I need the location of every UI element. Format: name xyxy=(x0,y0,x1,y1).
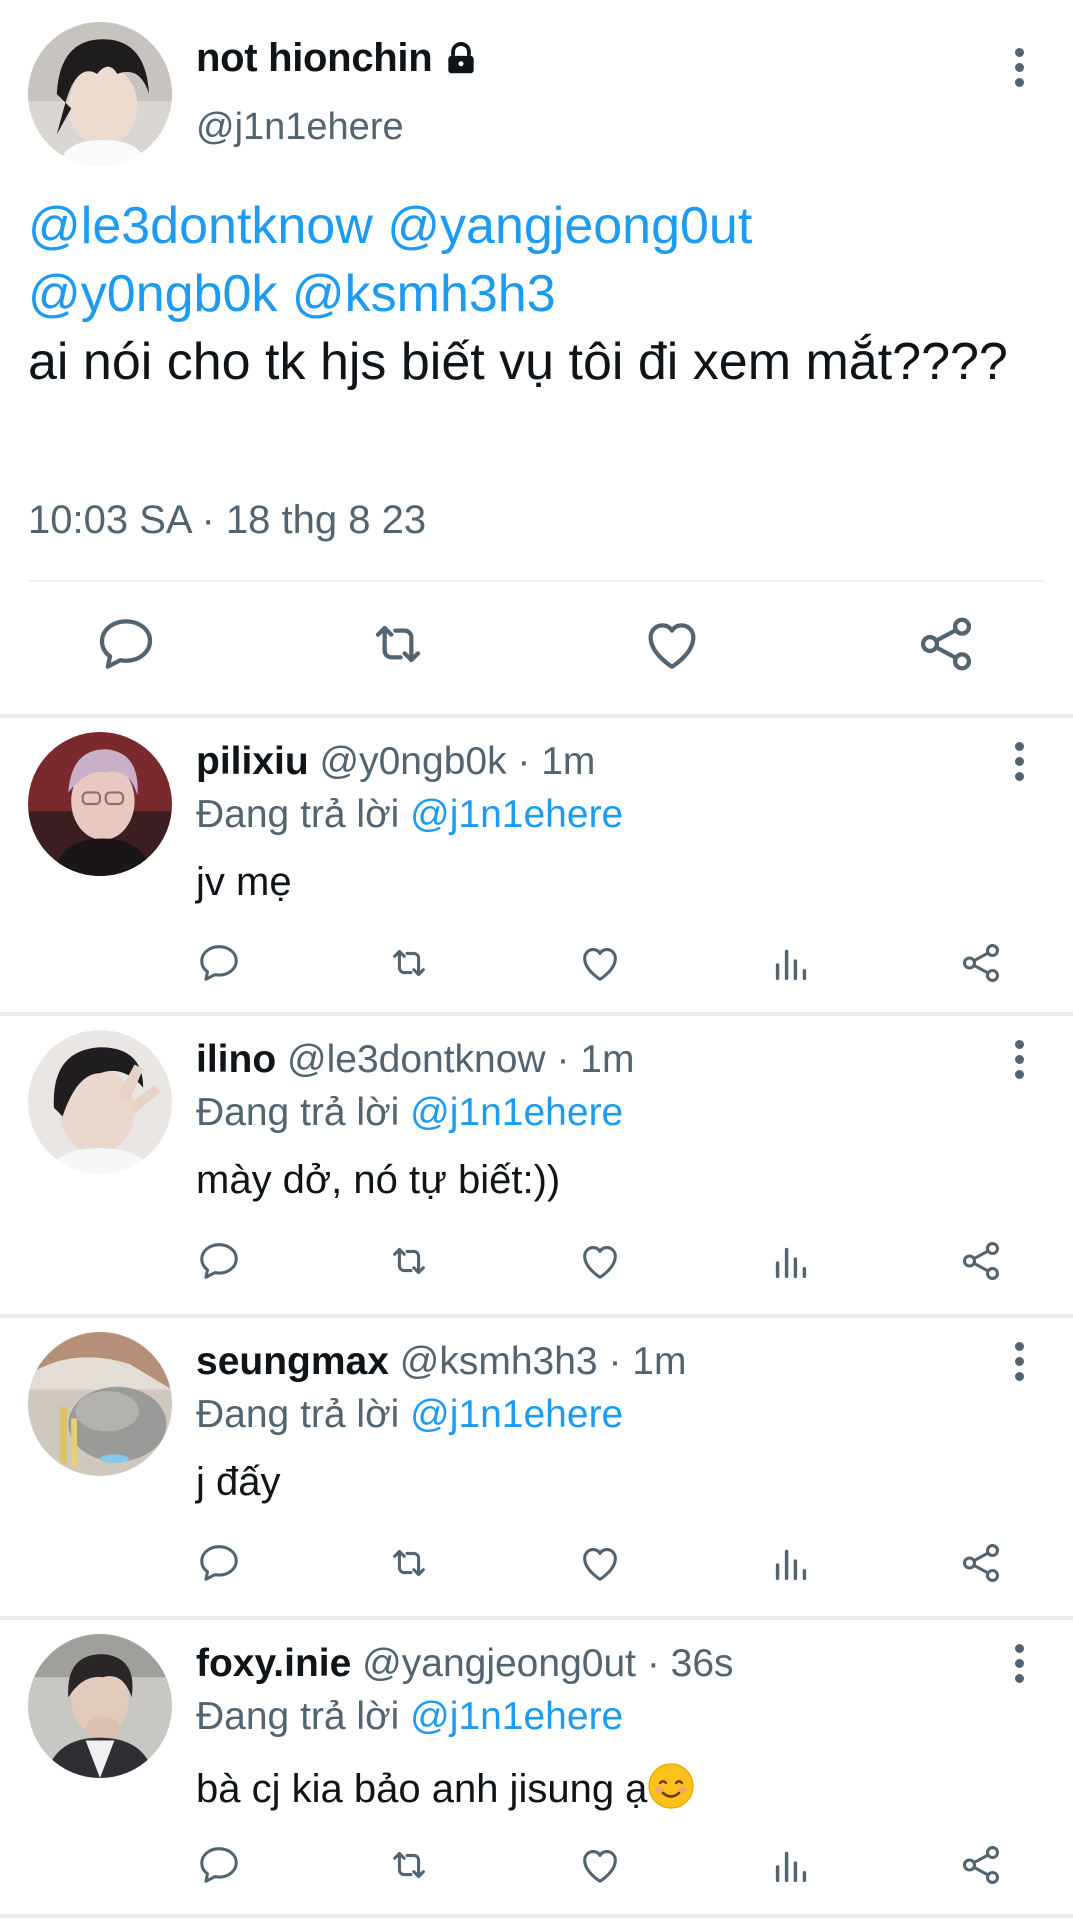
reply-icon[interactable] xyxy=(196,940,242,986)
smiling-face-emoji xyxy=(647,1762,695,1810)
action-bar xyxy=(0,1540,1073,1590)
reply-header: pilixiu @y0ngb0k · 1m xyxy=(196,740,595,784)
more-icon[interactable] xyxy=(1009,1644,1029,1688)
mentions-line-1: @le3dontknow @yangjeong0ut xyxy=(28,192,1038,260)
tweet-body: ai nói cho tk hjs biết vụ tôi đi xem mắt… xyxy=(28,333,1008,391)
reply-text: mày dở, nó tự biết:)) xyxy=(196,1158,561,1202)
mention-link[interactable]: @j1n1ehere xyxy=(410,1695,623,1738)
reply-text: jv mẹ xyxy=(196,860,292,904)
lock-icon xyxy=(442,40,480,78)
display-name[interactable]: not hionchin xyxy=(196,36,480,81)
action-bar xyxy=(0,1238,1073,1288)
replying-to: Đang trả lời @j1n1ehere xyxy=(196,1091,623,1135)
share-icon[interactable] xyxy=(958,940,1004,986)
views-icon[interactable] xyxy=(768,1540,814,1586)
share-icon[interactable] xyxy=(958,1540,1004,1586)
display-name[interactable]: ilino xyxy=(196,1038,276,1081)
like-icon[interactable] xyxy=(577,1238,623,1284)
more-icon[interactable] xyxy=(1009,1342,1029,1386)
display-name-text: not hionchin xyxy=(196,36,433,80)
views-icon[interactable] xyxy=(768,1238,814,1284)
time-ago: · 1m xyxy=(608,1340,687,1383)
time-ago: · 1m xyxy=(517,740,596,783)
retweet-icon[interactable] xyxy=(386,1238,432,1284)
handle[interactable]: @yangjeong0ut xyxy=(362,1642,636,1685)
mention-link[interactable]: @j1n1ehere xyxy=(410,1091,623,1134)
more-icon[interactable] xyxy=(1009,1040,1029,1084)
views-icon[interactable] xyxy=(768,1842,814,1888)
reply-header: foxy.inie @yangjeong0ut · 36s xyxy=(196,1642,734,1686)
mention-link[interactable]: @yangjeong0ut xyxy=(387,197,752,255)
divider xyxy=(0,1914,1073,1918)
retweet-icon[interactable] xyxy=(386,940,432,986)
retweet-icon[interactable] xyxy=(386,1842,432,1888)
avatar[interactable] xyxy=(28,1634,172,1778)
replying-to: Đang trả lời @j1n1ehere xyxy=(196,1695,623,1739)
replying-label: Đang trả lời xyxy=(196,1695,400,1738)
replying-label: Đang trả lời xyxy=(196,793,400,836)
time-ago: · 36s xyxy=(646,1642,734,1685)
action-bar xyxy=(0,612,1073,688)
replying-label: Đang trả lời xyxy=(196,1393,400,1436)
reply-icon[interactable] xyxy=(196,1238,242,1284)
reply-tweet[interactable]: foxy.inie @yangjeong0ut · 36s Đang trả l… xyxy=(0,1620,1073,1918)
tweet-text: @le3dontknow @yangjeong0ut @y0ngb0k @ksm… xyxy=(28,192,1038,396)
time-ago: · 1m xyxy=(556,1038,635,1081)
retweet-icon[interactable] xyxy=(386,1540,432,1586)
mention-link[interactable]: @y0ngb0k xyxy=(28,265,277,323)
like-icon[interactable] xyxy=(577,940,623,986)
avatar[interactable] xyxy=(28,1332,172,1476)
avatar[interactable] xyxy=(28,732,172,876)
divider xyxy=(28,580,1045,582)
reply-icon[interactable] xyxy=(196,1842,242,1888)
replying-label: Đang trả lời xyxy=(196,1091,400,1134)
avatar[interactable] xyxy=(28,22,172,166)
like-icon[interactable] xyxy=(640,612,704,676)
views-icon[interactable] xyxy=(768,940,814,986)
handle[interactable]: @le3dontknow xyxy=(287,1038,546,1081)
reply-text: j đấy xyxy=(196,1460,281,1504)
more-icon[interactable] xyxy=(1009,742,1029,786)
more-icon[interactable] xyxy=(1009,48,1029,92)
display-name[interactable]: foxy.inie xyxy=(196,1642,351,1685)
display-name[interactable]: seungmax xyxy=(196,1340,389,1383)
mention-link[interactable]: @j1n1ehere xyxy=(410,793,623,836)
replying-to: Đang trả lời @j1n1ehere xyxy=(196,1393,623,1437)
reply-text-body: bà cj kia bảo anh jisung ạ xyxy=(196,1767,648,1811)
reply-header: seungmax @ksmh3h3 · 1m xyxy=(196,1340,686,1384)
reply-tweet[interactable]: pilixiu @y0ngb0k · 1m Đang trả lời @j1n1… xyxy=(0,718,1073,1016)
display-name[interactable]: pilixiu xyxy=(196,740,309,783)
reply-text: bà cj kia bảo anh jisung ạ xyxy=(196,1762,695,1812)
like-icon[interactable] xyxy=(577,1540,623,1586)
timestamp[interactable]: 10:03 SA · 18 thg 8 23 xyxy=(28,498,426,543)
share-icon[interactable] xyxy=(958,1238,1004,1284)
mention-link[interactable]: @ksmh3h3 xyxy=(292,265,556,323)
handle[interactable]: @ksmh3h3 xyxy=(400,1340,598,1383)
replying-to: Đang trả lời @j1n1ehere xyxy=(196,793,623,837)
retweet-icon[interactable] xyxy=(366,612,430,676)
action-bar xyxy=(0,940,1073,990)
reply-icon[interactable] xyxy=(196,1540,242,1586)
action-bar xyxy=(0,1842,1073,1892)
reply-header: ilino @le3dontknow · 1m xyxy=(196,1038,634,1082)
share-icon[interactable] xyxy=(914,612,978,676)
share-icon[interactable] xyxy=(958,1842,1004,1888)
mention-link[interactable]: @le3dontknow xyxy=(28,197,373,255)
like-icon[interactable] xyxy=(577,1842,623,1888)
reply-icon[interactable] xyxy=(94,612,158,676)
handle[interactable]: @j1n1ehere xyxy=(196,106,404,149)
avatar[interactable] xyxy=(28,1030,172,1174)
mentions-line-2: @y0ngb0k @ksmh3h3 xyxy=(28,260,1038,328)
mention-link[interactable]: @j1n1ehere xyxy=(410,1393,623,1436)
handle[interactable]: @y0ngb0k xyxy=(320,740,507,783)
main-tweet: not hionchin @j1n1ehere @le3dontknow @ya… xyxy=(0,0,1073,716)
reply-tweet[interactable]: ilino @le3dontknow · 1m Đang trả lời @j1… xyxy=(0,1016,1073,1314)
reply-tweet[interactable]: seungmax @ksmh3h3 · 1m Đang trả lời @j1n… xyxy=(0,1318,1073,1616)
